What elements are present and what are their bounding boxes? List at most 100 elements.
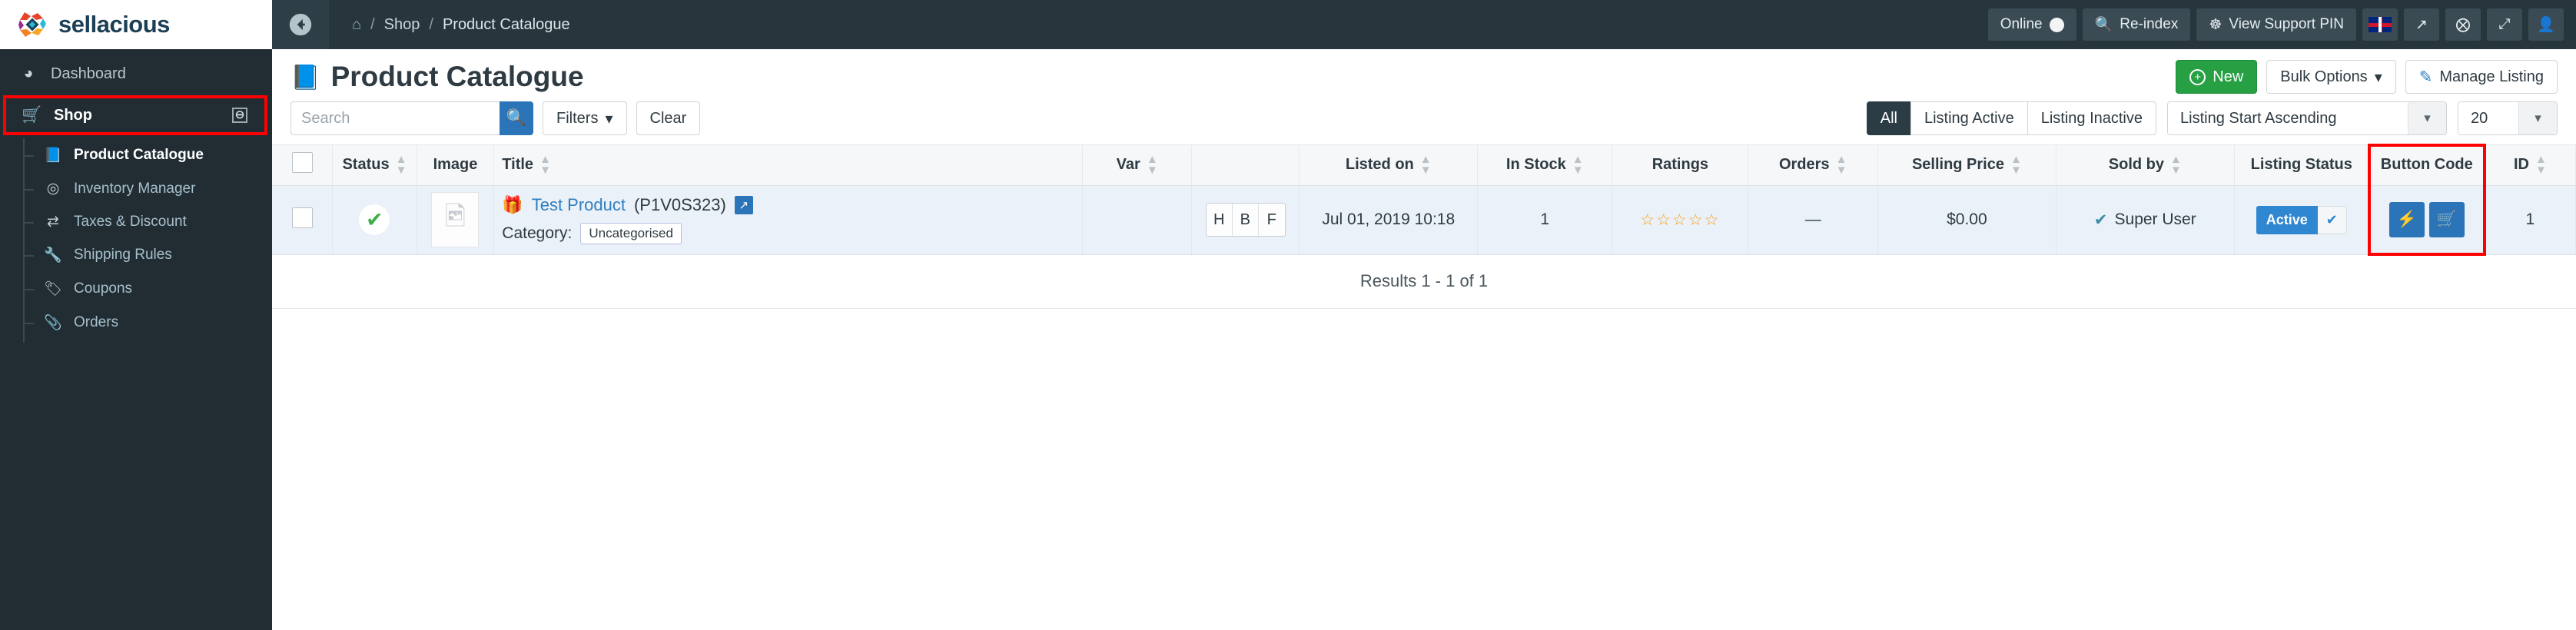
sidebar-item-inventory-manager[interactable]: ◎ Inventory Manager	[23, 172, 272, 205]
page-actions: + New Bulk Options ▾ ✎ Manage Listing	[2176, 60, 2558, 94]
online-status-toggle[interactable]: Online	[1987, 8, 2076, 41]
page-size-select[interactable]: 20 ▾	[2458, 101, 2558, 135]
toolbar-right-group: All Listing Active Listing Inactive List…	[1866, 101, 2558, 135]
cell-image[interactable]: 🖻	[417, 185, 495, 255]
row-checkbox[interactable]	[291, 207, 313, 228]
col-flags	[1191, 145, 1300, 186]
listing-filter-all[interactable]: All	[1866, 101, 1910, 135]
sidebar-item-coupons[interactable]: 🏷 Coupons	[23, 272, 272, 306]
cart-icon[interactable]: 🛒	[2428, 202, 2465, 237]
category-tag: Uncategorised	[580, 223, 682, 244]
col-sold-by[interactable]: Sold by ▲ ▼	[2056, 145, 2235, 186]
col-selling-price[interactable]: Selling Price ▲ ▼	[1877, 145, 2056, 186]
sort-order-value: Listing Start Ascending	[2168, 102, 2408, 134]
sidebar-nav: ◕ Dashboard 🛒 Shop ⊖ 📘 Product Catalogue…	[0, 49, 272, 343]
cell-ratings[interactable]: ☆☆☆☆☆	[1612, 185, 1749, 255]
col-title[interactable]: Title ▲ ▼	[493, 145, 1084, 186]
manage-listing-button[interactable]: ✎ Manage Listing	[2405, 60, 2558, 94]
col-listed-on[interactable]: Listed on ▲ ▼	[1299, 145, 1479, 186]
language-switcher[interactable]	[2362, 8, 2398, 41]
online-indicator-icon	[2049, 17, 2064, 32]
user-menu-button[interactable]: 👤	[2528, 8, 2564, 41]
fullscreen-button[interactable]: ⤢	[2487, 8, 2522, 41]
product-title-link[interactable]: Test Product	[532, 195, 626, 215]
shop-collapse-toggle[interactable]: ⊖	[232, 108, 247, 123]
col-label: Button Code	[2380, 156, 2473, 174]
col-id[interactable]: ID ▲ ▼	[2485, 145, 2576, 186]
sidebar: sellacious ◕ Dashboard 🛒 Shop ⊖ 📘 Produc…	[0, 0, 272, 630]
brand-logo-area[interactable]: sellacious	[0, 0, 272, 49]
sidebar-item-review-rating[interactable]: ★ Review & Rating	[23, 340, 272, 343]
col-in-stock[interactable]: In Stock ▲ ▼	[1477, 145, 1613, 186]
hbf-badge-group[interactable]: H B F	[1205, 203, 1286, 237]
open-site-button[interactable]: ↗	[2404, 8, 2439, 41]
col-var[interactable]: Var ▲ ▼	[1082, 145, 1193, 186]
dashboard-icon: ◕	[23, 65, 34, 82]
ticket-icon: 🏷	[43, 281, 63, 297]
breadcrumb-shop[interactable]: Shop	[384, 16, 420, 34]
col-select-all[interactable]	[272, 145, 334, 186]
sidebar-item-shipping-rules[interactable]: 🔧 Shipping Rules	[23, 238, 272, 272]
sort-order-select[interactable]: Listing Start Ascending ▾	[2167, 101, 2447, 135]
status-check-icon[interactable]: ✔	[2317, 205, 2347, 234]
listing-filter-active[interactable]: Listing Active	[1910, 101, 2027, 135]
chevron-down-icon: ▾	[2518, 102, 2557, 134]
hbf-badge-f[interactable]: F	[1258, 204, 1285, 236]
view-support-pin-button[interactable]: ☸ View Support PIN	[2196, 8, 2356, 41]
col-status[interactable]: Status ▲ ▼	[332, 145, 417, 186]
clear-button[interactable]: Clear	[636, 101, 701, 135]
sort-icon: ▲ ▼	[1146, 153, 1158, 177]
sellacious-logo-icon	[17, 9, 48, 40]
search-submit-button[interactable]: 🔍	[500, 101, 533, 135]
hbf-badge-b[interactable]: B	[1232, 204, 1259, 236]
select-all-checkbox[interactable]	[291, 152, 313, 174]
sidebar-item-orders[interactable]: 📎 Orders	[23, 306, 272, 340]
bulk-options-button[interactable]: Bulk Options ▾	[2266, 60, 2396, 94]
table-row[interactable]: ✔ 🖻 🎁 Test Product (P1V0S323) ↗ Category…	[272, 184, 2576, 256]
lightning-icon[interactable]: ⚡	[2388, 202, 2425, 237]
listing-status-badge[interactable]: Active ✔	[2256, 205, 2347, 234]
cell-listed-on: Jul 01, 2019 10:18	[1299, 185, 1479, 255]
sort-icon: ▲ ▼	[1572, 153, 1584, 177]
new-button[interactable]: + New	[2176, 60, 2258, 94]
topbar-actions: Online 🔍 Re-index ☸ View Support PIN ↗ ⨂…	[1987, 8, 2564, 41]
sidebar-item-shop[interactable]: 🛒 Shop ⊖	[3, 95, 267, 135]
sidebar-item-product-catalogue[interactable]: 📘 Product Catalogue	[23, 138, 272, 172]
home-icon[interactable]: ⌂	[352, 16, 361, 34]
back-button[interactable]	[272, 0, 329, 49]
app-root: sellacious ◕ Dashboard 🛒 Shop ⊖ 📘 Produc…	[0, 0, 2576, 630]
manage-listing-label: Manage Listing	[2439, 68, 2544, 85]
breadcrumb-separator: /	[370, 15, 375, 33]
page-header: 📘 Product Catalogue + New Bulk Options ▾…	[272, 49, 2576, 98]
product-box-icon: 🎁	[502, 195, 523, 214]
status-badge: Active	[2256, 205, 2318, 234]
sidebar-item-label: Inventory Manager	[74, 180, 196, 197]
listing-filter-group: All Listing Active Listing Inactive	[1866, 101, 2156, 135]
listing-filter-inactive[interactable]: Listing Inactive	[2027, 101, 2156, 135]
clear-label: Clear	[649, 109, 687, 127]
filters-button[interactable]: Filters ▾	[543, 101, 627, 135]
main-content: ⌂ / Shop / Product Catalogue Online 🔍 Re…	[272, 0, 2576, 630]
breadcrumb-separator: /	[429, 15, 433, 33]
external-link-icon[interactable]: ↗	[734, 196, 753, 214]
joomla-button[interactable]: ⨂	[2445, 8, 2481, 41]
filter-toolbar: 🔍 Filters ▾ Clear All Listing Active	[272, 98, 2576, 144]
cell-button-code: ⚡ 🛒	[2367, 184, 2486, 256]
col-label: Status	[342, 156, 390, 174]
col-image: Image	[417, 145, 495, 186]
cell-hbf[interactable]: H B F	[1191, 185, 1300, 255]
cell-select[interactable]	[272, 185, 334, 255]
reindex-button[interactable]: 🔍 Re-index	[2082, 8, 2191, 41]
search-input[interactable]	[290, 101, 500, 135]
col-label: Ratings	[1651, 156, 1709, 174]
sidebar-item-dashboard[interactable]: ◕ Dashboard	[0, 55, 272, 92]
support-pin-label: View Support PIN	[2229, 16, 2344, 32]
breadcrumb-current: Product Catalogue	[442, 15, 570, 33]
col-orders[interactable]: Orders ▲ ▼	[1748, 145, 1878, 186]
col-label: Orders	[1778, 156, 1830, 174]
sidebar-item-taxes-discount[interactable]: ⇄ Taxes & Discount	[23, 205, 272, 238]
cell-listing-status[interactable]: Active ✔	[2234, 185, 2369, 255]
sidebar-filler	[0, 343, 272, 630]
product-table-wrapper: Status ▲ ▼ Image Title ▲ ▼ Var ▲ ▼ Liste…	[272, 144, 2576, 309]
hbf-badge-h[interactable]: H	[1206, 204, 1233, 236]
